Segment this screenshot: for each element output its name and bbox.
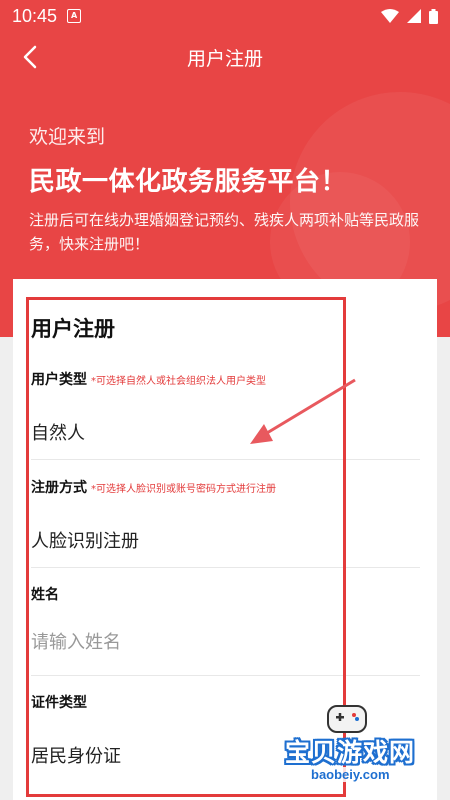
watermark: 宝贝游戏网 baobeiy.com (285, 705, 445, 795)
name-label: 姓名 (31, 587, 59, 603)
id-type-label: 证件类型 (31, 695, 87, 711)
register-method-hint: *可选择人脸识别或账号密码方式进行注册 (91, 484, 276, 495)
register-method-select[interactable]: 人脸识别注册 (31, 527, 411, 553)
battery-icon (429, 8, 438, 24)
user-type-hint: *可选择自然人或社会组织法人用户类型 (91, 376, 266, 387)
divider (31, 459, 420, 460)
chevron-left-icon (23, 45, 37, 69)
user-type-label: 用户类型 *可选择自然人或社会组织法人用户类型 (31, 369, 266, 389)
status-bar: 10:45 A (0, 0, 450, 32)
form-title: 用户注册 (31, 317, 115, 341)
status-time: 10:45 (12, 5, 58, 26)
gamepad-icon (327, 705, 367, 733)
intro-description: 注册后可在线办理婚姻登记预约、残疾人两项补贴等民政服务，快来注册吧！ (29, 211, 420, 253)
page-title: 用户注册 (186, 47, 263, 70)
field-label-text: 用户类型 (31, 372, 87, 388)
divider (31, 675, 420, 676)
status-icons (381, 8, 438, 24)
notification-icon: A (67, 9, 82, 23)
divider (31, 567, 420, 568)
name-input[interactable] (31, 632, 411, 653)
watermark-text: 宝贝游戏网 (285, 738, 416, 767)
field-label-text: 注册方式 (31, 480, 87, 496)
wifi-icon (381, 9, 399, 23)
user-type-select[interactable]: 自然人 (31, 419, 411, 445)
signal-icon (407, 9, 421, 23)
platform-headline: 民政一体化政务服务平台！ (29, 167, 348, 197)
register-method-label: 注册方式 *可选择人脸识别或账号密码方式进行注册 (31, 477, 276, 497)
watermark-url: baobeiy.com (307, 767, 394, 782)
top-app-bar: 用户注册 (0, 32, 450, 82)
welcome-text: 欢迎来到 (29, 126, 106, 148)
back-button[interactable] (14, 41, 46, 73)
